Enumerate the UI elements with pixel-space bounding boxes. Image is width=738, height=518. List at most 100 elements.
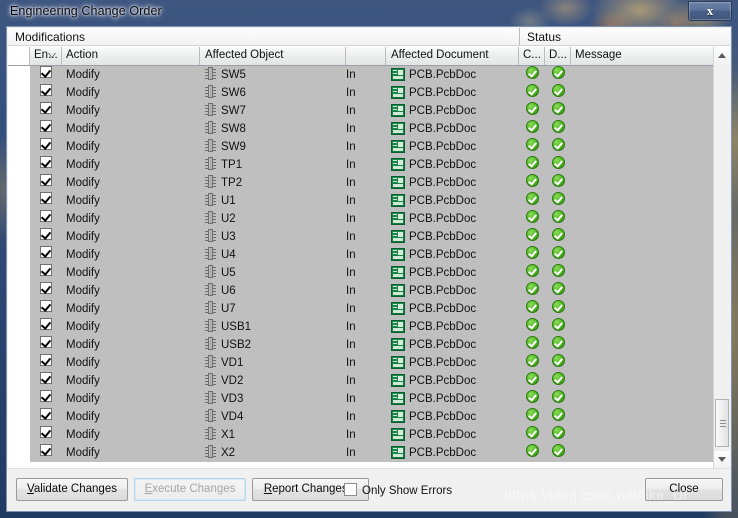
- table-row[interactable]: Modify U1 In PCB.PcbDoc: [8, 192, 730, 210]
- row-enabled-checkbox[interactable]: [30, 282, 62, 300]
- row-affected-object: U1: [200, 192, 346, 210]
- table-row[interactable]: Modify U4 In PCB.PcbDoc: [8, 246, 730, 264]
- validate-changes-button[interactable]: Validate Changes: [16, 478, 128, 501]
- table-row[interactable]: Modify SW7 In PCB.PcbDoc: [8, 102, 730, 120]
- column-header-message[interactable]: Message: [571, 47, 730, 65]
- row-enabled-checkbox[interactable]: [30, 210, 62, 228]
- row-enabled-checkbox[interactable]: [30, 390, 62, 408]
- table-row[interactable]: Modify TP1 In PCB.PcbDoc: [8, 156, 730, 174]
- row-action: Modify: [62, 138, 200, 156]
- table-row[interactable]: Modify SW5 In PCB.PcbDoc: [8, 66, 730, 84]
- row-enabled-checkbox[interactable]: [30, 354, 62, 372]
- row-enabled-checkbox[interactable]: [30, 228, 62, 246]
- row-message: [571, 390, 730, 408]
- scroll-up-button[interactable]: [714, 47, 730, 64]
- row-affected-document: PCB.PcbDoc: [386, 372, 519, 390]
- scrollbar-thumb[interactable]: [715, 399, 729, 447]
- row-message: [571, 174, 730, 192]
- row-affected-object: U2: [200, 210, 346, 228]
- row-action: Modify: [62, 354, 200, 372]
- table-row[interactable]: Modify SW9 In PCB.PcbDoc: [8, 138, 730, 156]
- row-enabled-checkbox[interactable]: [30, 372, 62, 390]
- window-close-button[interactable]: x: [688, 1, 732, 21]
- row-direction: In: [346, 228, 386, 246]
- scroll-down-button[interactable]: [714, 451, 730, 468]
- table-row[interactable]: Modify U6 In PCB.PcbDoc: [8, 282, 730, 300]
- status-ok-icon: [525, 408, 539, 421]
- row-enabled-checkbox[interactable]: [30, 264, 62, 282]
- column-header-affected-object[interactable]: Affected Object: [200, 47, 346, 65]
- pcb-document-icon: [391, 302, 405, 315]
- row-affected-document: PCB.PcbDoc: [386, 354, 519, 372]
- pcb-document-icon: [391, 86, 405, 99]
- only-show-errors-checkbox[interactable]: Only Show Errors: [344, 483, 452, 497]
- table-row[interactable]: Modify TP2 In PCB.PcbDoc: [8, 174, 730, 192]
- row-enabled-checkbox[interactable]: [30, 192, 62, 210]
- status-ok-icon: [551, 210, 565, 223]
- row-enabled-checkbox[interactable]: [30, 444, 62, 462]
- row-affected-document: PCB.PcbDoc: [386, 84, 519, 102]
- row-done-status: [545, 210, 571, 228]
- row-enabled-checkbox[interactable]: [30, 156, 62, 174]
- validate-changes-label: Validate Changes: [27, 483, 117, 495]
- column-header-check[interactable]: C...: [519, 47, 545, 65]
- table-row[interactable]: Modify VD2 In PCB.PcbDoc: [8, 372, 730, 390]
- row-affected-object: VD1: [200, 354, 346, 372]
- title-bar[interactable]: Engineering Change Order x: [0, 0, 738, 26]
- table-header-row: En... Action Affected Object Affected Do…: [8, 47, 730, 66]
- table-row[interactable]: Modify X2 In PCB.PcbDoc: [8, 444, 730, 462]
- table-row[interactable]: Modify U3 In PCB.PcbDoc: [8, 228, 730, 246]
- table-row[interactable]: Modify U2 In PCB.PcbDoc: [8, 210, 730, 228]
- row-enabled-checkbox[interactable]: [30, 246, 62, 264]
- row-enabled-checkbox[interactable]: [30, 84, 62, 102]
- table-row[interactable]: Modify X1 In PCB.PcbDoc: [8, 426, 730, 444]
- row-gutter: [8, 66, 30, 84]
- row-enabled-checkbox[interactable]: [30, 336, 62, 354]
- table-row[interactable]: Modify SW6 In PCB.PcbDoc: [8, 84, 730, 102]
- row-enabled-checkbox[interactable]: [30, 318, 62, 336]
- column-header-affected-document[interactable]: Affected Document: [386, 47, 519, 65]
- pcb-document-icon: [391, 356, 405, 369]
- status-ok-icon: [551, 426, 565, 439]
- row-gutter: [8, 246, 30, 264]
- table-row[interactable]: Modify VD1 In PCB.PcbDoc: [8, 354, 730, 372]
- modifications-table-body[interactable]: Modify SW5 In PCB.PcbDoc Modify SW6 In PCB.PcbD…: [8, 66, 730, 468]
- vertical-scrollbar[interactable]: [713, 47, 730, 468]
- row-affected-document: PCB.PcbDoc: [386, 210, 519, 228]
- row-message: [571, 300, 730, 318]
- checkbox-checked-icon: [40, 84, 52, 96]
- pcb-document-icon: [391, 410, 405, 423]
- status-group-label: Status: [519, 28, 730, 46]
- table-row[interactable]: Modify U5 In PCB.PcbDoc: [8, 264, 730, 282]
- column-header-action[interactable]: Action: [62, 47, 200, 65]
- column-header-enabled[interactable]: En...: [30, 47, 62, 65]
- row-affected-document-label: PCB.PcbDoc: [409, 303, 477, 315]
- component-icon: [205, 301, 216, 314]
- table-row[interactable]: Modify VD3 In PCB.PcbDoc: [8, 390, 730, 408]
- row-enabled-checkbox[interactable]: [30, 174, 62, 192]
- row-enabled-checkbox[interactable]: [30, 426, 62, 444]
- checkbox-checked-icon: [40, 300, 52, 312]
- table-row[interactable]: Modify USB2 In PCB.PcbDoc: [8, 336, 730, 354]
- row-enabled-checkbox[interactable]: [30, 408, 62, 426]
- row-done-status: [545, 390, 571, 408]
- status-ok-icon: [525, 84, 539, 97]
- row-enabled-checkbox[interactable]: [30, 120, 62, 138]
- component-icon: [205, 211, 216, 224]
- table-row[interactable]: Modify USB1 In PCB.PcbDoc: [8, 318, 730, 336]
- row-enabled-checkbox[interactable]: [30, 138, 62, 156]
- table-row[interactable]: Modify U7 In PCB.PcbDoc: [8, 300, 730, 318]
- row-enabled-checkbox[interactable]: [30, 66, 62, 84]
- close-button[interactable]: Close: [645, 478, 723, 501]
- column-header-done[interactable]: D...: [545, 47, 571, 65]
- table-row[interactable]: Modify VD4 In PCB.PcbDoc: [8, 408, 730, 426]
- row-check-status: [519, 156, 545, 174]
- status-ok-icon: [525, 354, 539, 367]
- row-check-status: [519, 444, 545, 462]
- dialog-button-bar: Validate Changes Execute Changes Report …: [7, 468, 731, 511]
- table-row[interactable]: Modify SW8 In PCB.PcbDoc: [8, 120, 730, 138]
- row-check-status: [519, 390, 545, 408]
- row-enabled-checkbox[interactable]: [30, 300, 62, 318]
- row-enabled-checkbox[interactable]: [30, 102, 62, 120]
- column-header-direction[interactable]: [346, 47, 386, 65]
